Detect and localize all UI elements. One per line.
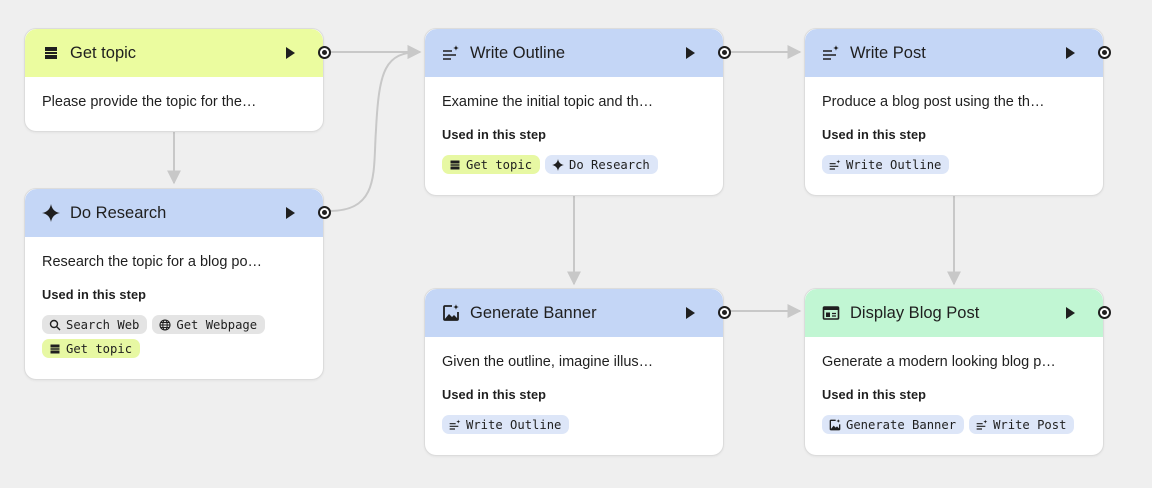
node-do-research[interactable]: Do Research Research the topic for a blo… — [24, 188, 331, 380]
sparkle-icon — [552, 158, 565, 171]
chip-list: Get topic Do Research — [442, 155, 706, 174]
image-sparkle-icon — [829, 418, 841, 431]
used-in-step-label: Used in this step — [442, 387, 547, 402]
output-port[interactable] — [718, 46, 731, 59]
node-header[interactable]: Get topic — [25, 29, 331, 77]
chip-label: Get topic — [66, 341, 133, 356]
node-title: Write Post — [850, 43, 926, 62]
node-title: Write Outline — [470, 43, 566, 62]
chip-generate-banner[interactable]: Generate Banner — [822, 415, 965, 434]
chip-label: Do Research — [569, 157, 650, 172]
node-body: Research the topic for a blog po… Used i… — [25, 237, 323, 372]
chip-get-webpage[interactable]: Get Webpage — [152, 315, 266, 334]
node-title: Get topic — [70, 43, 137, 62]
input-icon — [449, 159, 461, 171]
play-icon[interactable] — [1063, 46, 1077, 60]
chip-label: Generate Banner — [846, 417, 957, 432]
chip-list: Write Outline — [822, 155, 1086, 174]
search-icon — [49, 319, 61, 331]
text-sparkle-icon — [822, 44, 840, 62]
node-title: Generate Banner — [470, 303, 597, 322]
used-in-step-label: Used in this step — [42, 287, 147, 302]
node-description: Research the topic for a blog po… — [42, 254, 263, 270]
globe-icon — [159, 318, 171, 331]
port-dot — [1102, 310, 1107, 315]
text-sparkle-icon — [442, 44, 460, 62]
chip-label: Get topic — [466, 157, 533, 172]
chip-list: Write Outline — [442, 415, 706, 434]
node-get-topic[interactable]: Get topic Please provide the topic for t… — [24, 28, 331, 132]
node-description: Given the outline, imagine illus… — [442, 354, 654, 370]
chip-label: Write Post — [993, 417, 1067, 432]
node-description: Generate a modern looking blog p… — [822, 354, 1056, 370]
node-title: Do Research — [70, 203, 167, 222]
node-body: Examine the initial topic and th… Used i… — [425, 77, 723, 188]
port-dot — [322, 50, 327, 55]
chip-write-post[interactable]: Write Post — [969, 415, 1075, 434]
text-sparkle-icon — [829, 159, 841, 171]
chip-get-topic[interactable]: Get topic — [42, 339, 141, 358]
chip-list: Generate Banner Write Post — [822, 415, 1086, 434]
port-dot — [1102, 50, 1107, 55]
image-sparkle-icon — [442, 304, 460, 322]
chip-write-outline[interactable]: Write Outline — [442, 415, 570, 434]
node-body: Produce a blog post using the th… Used i… — [805, 77, 1103, 188]
node-write-post[interactable]: Write Post Produce a blog post using the… — [804, 28, 1111, 196]
node-generate-banner[interactable]: Generate Banner Given the outline, imagi… — [424, 288, 731, 456]
output-port[interactable] — [318, 206, 331, 219]
play-icon[interactable] — [683, 46, 697, 60]
port-dot — [722, 50, 727, 55]
output-port[interactable] — [1098, 46, 1111, 59]
chip-list: Search Web Get Webpage Get topic — [42, 315, 306, 358]
output-port[interactable] — [1098, 306, 1111, 319]
input-icon — [42, 44, 60, 62]
chip-do-research[interactable]: Do Research — [545, 155, 658, 174]
node-body: Given the outline, imagine illus… Used i… — [425, 337, 723, 448]
chip-label: Get Webpage — [176, 317, 258, 332]
used-in-step-label: Used in this step — [822, 127, 927, 142]
node-header[interactable]: Write Post — [805, 29, 1111, 77]
node-header[interactable]: Do Research — [25, 189, 331, 237]
display-icon — [822, 304, 840, 322]
chip-label: Write Outline — [466, 417, 562, 432]
sparkle-icon — [42, 204, 60, 222]
node-description: Please provide the topic for the… — [42, 94, 257, 110]
play-icon[interactable] — [683, 306, 697, 320]
text-sparkle-icon — [449, 419, 461, 431]
play-icon[interactable] — [283, 46, 297, 60]
output-port[interactable] — [318, 46, 331, 59]
output-port[interactable] — [718, 306, 731, 319]
used-in-step-label: Used in this step — [822, 387, 927, 402]
node-header[interactable]: Generate Banner — [425, 289, 731, 337]
chip-write-outline[interactable]: Write Outline — [822, 155, 950, 174]
text-sparkle-icon — [976, 419, 988, 431]
port-dot — [722, 310, 727, 315]
used-in-step-label: Used in this step — [442, 127, 547, 142]
node-write-outline[interactable]: Write Outline Examine the initial topic … — [424, 28, 731, 196]
chip-search-web[interactable]: Search Web — [42, 315, 148, 334]
play-icon[interactable] — [1063, 306, 1077, 320]
node-title: Display Blog Post — [850, 303, 980, 322]
connector-doresearch-writeoutline — [329, 45, 422, 212]
node-header[interactable]: Display Blog Post — [805, 289, 1111, 337]
node-body: Please provide the topic for the… — [25, 77, 323, 124]
node-body: Generate a modern looking blog p… Used i… — [805, 337, 1103, 448]
node-description: Produce a blog post using the th… — [822, 94, 1045, 110]
input-icon — [49, 343, 61, 355]
node-description: Examine the initial topic and th… — [442, 94, 654, 110]
chip-get-topic[interactable]: Get topic — [442, 155, 541, 174]
node-header[interactable]: Write Outline — [425, 29, 731, 77]
chip-label: Write Outline — [846, 157, 942, 172]
play-icon[interactable] — [283, 206, 297, 220]
port-dot — [322, 210, 327, 215]
node-display-blog-post[interactable]: Display Blog Post Generate a modern look… — [804, 288, 1111, 456]
chip-label: Search Web — [66, 317, 140, 332]
